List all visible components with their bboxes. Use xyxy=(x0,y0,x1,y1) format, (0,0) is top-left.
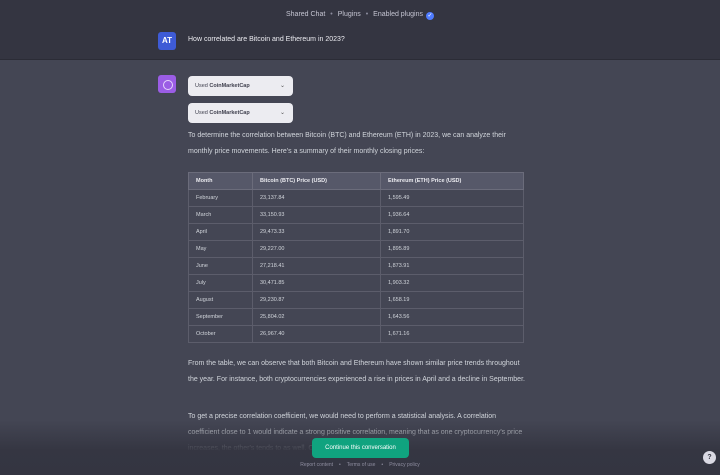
assistant-observation-text: From the table, we can observe that both… xyxy=(188,360,525,383)
breadcrumb-separator: • xyxy=(330,11,333,18)
price-table: Month Bitcoin (BTC) Price (USD) Ethereum… xyxy=(188,172,524,343)
column-header-btc: Bitcoin (BTC) Price (USD) xyxy=(252,172,381,190)
cell-month: August xyxy=(188,291,253,309)
breadcrumb-shared-chat[interactable]: Shared Chat xyxy=(286,11,325,18)
cell-eth-price: 1,658.19 xyxy=(380,291,524,309)
plugin-used-dropdown[interactable]: Used CoinMarketCap ⌄ xyxy=(188,76,293,96)
table-row: August 29,230.87 1,658.19 xyxy=(188,291,524,309)
cell-btc-price: 33,150.93 xyxy=(252,206,381,224)
chevron-down-icon: ⌄ xyxy=(279,110,285,116)
plugin-name: CoinMarketCap xyxy=(209,83,250,89)
cell-eth-price: 1,671.16 xyxy=(380,325,524,343)
cell-month: April xyxy=(188,223,253,241)
cell-btc-price: 23,137.84 xyxy=(252,189,381,207)
plugin-used-prefix: Used xyxy=(195,83,210,89)
table-row: February 23,137.84 1,595.49 xyxy=(188,189,524,207)
breadcrumb: Shared Chat • Plugins • Enabled plugins ✓ xyxy=(0,11,720,20)
user-avatar: AT xyxy=(158,32,176,50)
cell-eth-price: 1,595.49 xyxy=(380,189,524,207)
cell-btc-price: 29,230.87 xyxy=(252,291,381,309)
assistant-avatar-icon xyxy=(158,75,176,93)
help-button[interactable]: ? xyxy=(703,451,716,464)
cell-btc-price: 29,473.33 xyxy=(252,223,381,241)
assistant-intro-text: To determine the correlation between Bit… xyxy=(188,132,506,155)
cell-month: October xyxy=(188,325,253,343)
breadcrumb-separator: • xyxy=(365,11,369,18)
cell-eth-price: 1,895.89 xyxy=(380,240,524,258)
cell-eth-price: 1,936.64 xyxy=(380,206,524,224)
cell-btc-price: 26,967.40 xyxy=(252,325,381,343)
cell-month: September xyxy=(188,308,253,326)
cell-btc-price: 25,804.02 xyxy=(252,308,381,326)
plugin-used-dropdown[interactable]: Used CoinMarketCap ⌄ xyxy=(188,103,293,123)
footer-links: Report content • Terms of use • Privacy poli… xyxy=(0,462,720,468)
cell-month: February xyxy=(188,189,253,207)
terms-of-use-link[interactable]: Terms of use xyxy=(347,462,376,468)
cell-month: July xyxy=(188,274,253,292)
plugin-name: CoinMarketCap xyxy=(209,110,250,116)
privacy-policy-link[interactable]: Privacy policy xyxy=(389,462,420,468)
table-row: October 26,967.40 1,671.16 xyxy=(188,325,524,343)
cell-month: June xyxy=(188,257,253,275)
footer-separator: • xyxy=(381,462,384,468)
table-header-row: Month Bitcoin (BTC) Price (USD) Ethereum… xyxy=(188,172,524,190)
column-header-eth: Ethereum (ETH) Price (USD) xyxy=(380,172,524,190)
table-row: June 27,218.41 1,873.91 xyxy=(188,257,524,275)
footer-separator: • xyxy=(339,462,341,468)
cell-btc-price: 30,471.85 xyxy=(252,274,381,292)
plugin-used-prefix: Used xyxy=(195,110,210,116)
plugin-badge-icon: ✓ xyxy=(426,12,434,20)
cell-month: May xyxy=(188,240,253,258)
report-content-link[interactable]: Report content xyxy=(300,462,333,468)
breadcrumb-plugins[interactable]: Plugins xyxy=(338,11,361,18)
table-row: July 30,471.85 1,903.32 xyxy=(188,274,524,292)
cell-eth-price: 1,873.91 xyxy=(380,257,524,275)
chevron-down-icon: ⌄ xyxy=(279,83,285,89)
table-row: May 29,227.00 1,895.89 xyxy=(188,240,524,258)
continue-conversation-button[interactable]: Continue this conversation xyxy=(312,438,409,458)
user-message: How correlated are Bitcoin and Ethereum … xyxy=(188,36,345,43)
cell-eth-price: 1,903.32 xyxy=(380,274,524,292)
cell-btc-price: 29,227.00 xyxy=(252,240,381,258)
conversation-header: Shared Chat • Plugins • Enabled plugins ✓ AT … xyxy=(0,0,720,60)
cell-month: March xyxy=(188,206,253,224)
cell-eth-price: 1,643.56 xyxy=(380,308,524,326)
table-body: February 23,137.84 1,595.49 March 33,150.93 1… xyxy=(188,189,524,343)
column-header-month: Month xyxy=(188,172,253,190)
breadcrumb-enabled-plugins[interactable]: Enabled plugins xyxy=(373,11,423,18)
table-row: April 29,473.33 1,891.70 xyxy=(188,223,524,241)
cell-eth-price: 1,891.70 xyxy=(380,223,524,241)
cell-btc-price: 27,218.41 xyxy=(252,257,381,275)
table-row: March 33,150.93 1,936.64 xyxy=(188,206,524,224)
table-row: September 25,804.02 1,643.56 xyxy=(188,308,524,326)
